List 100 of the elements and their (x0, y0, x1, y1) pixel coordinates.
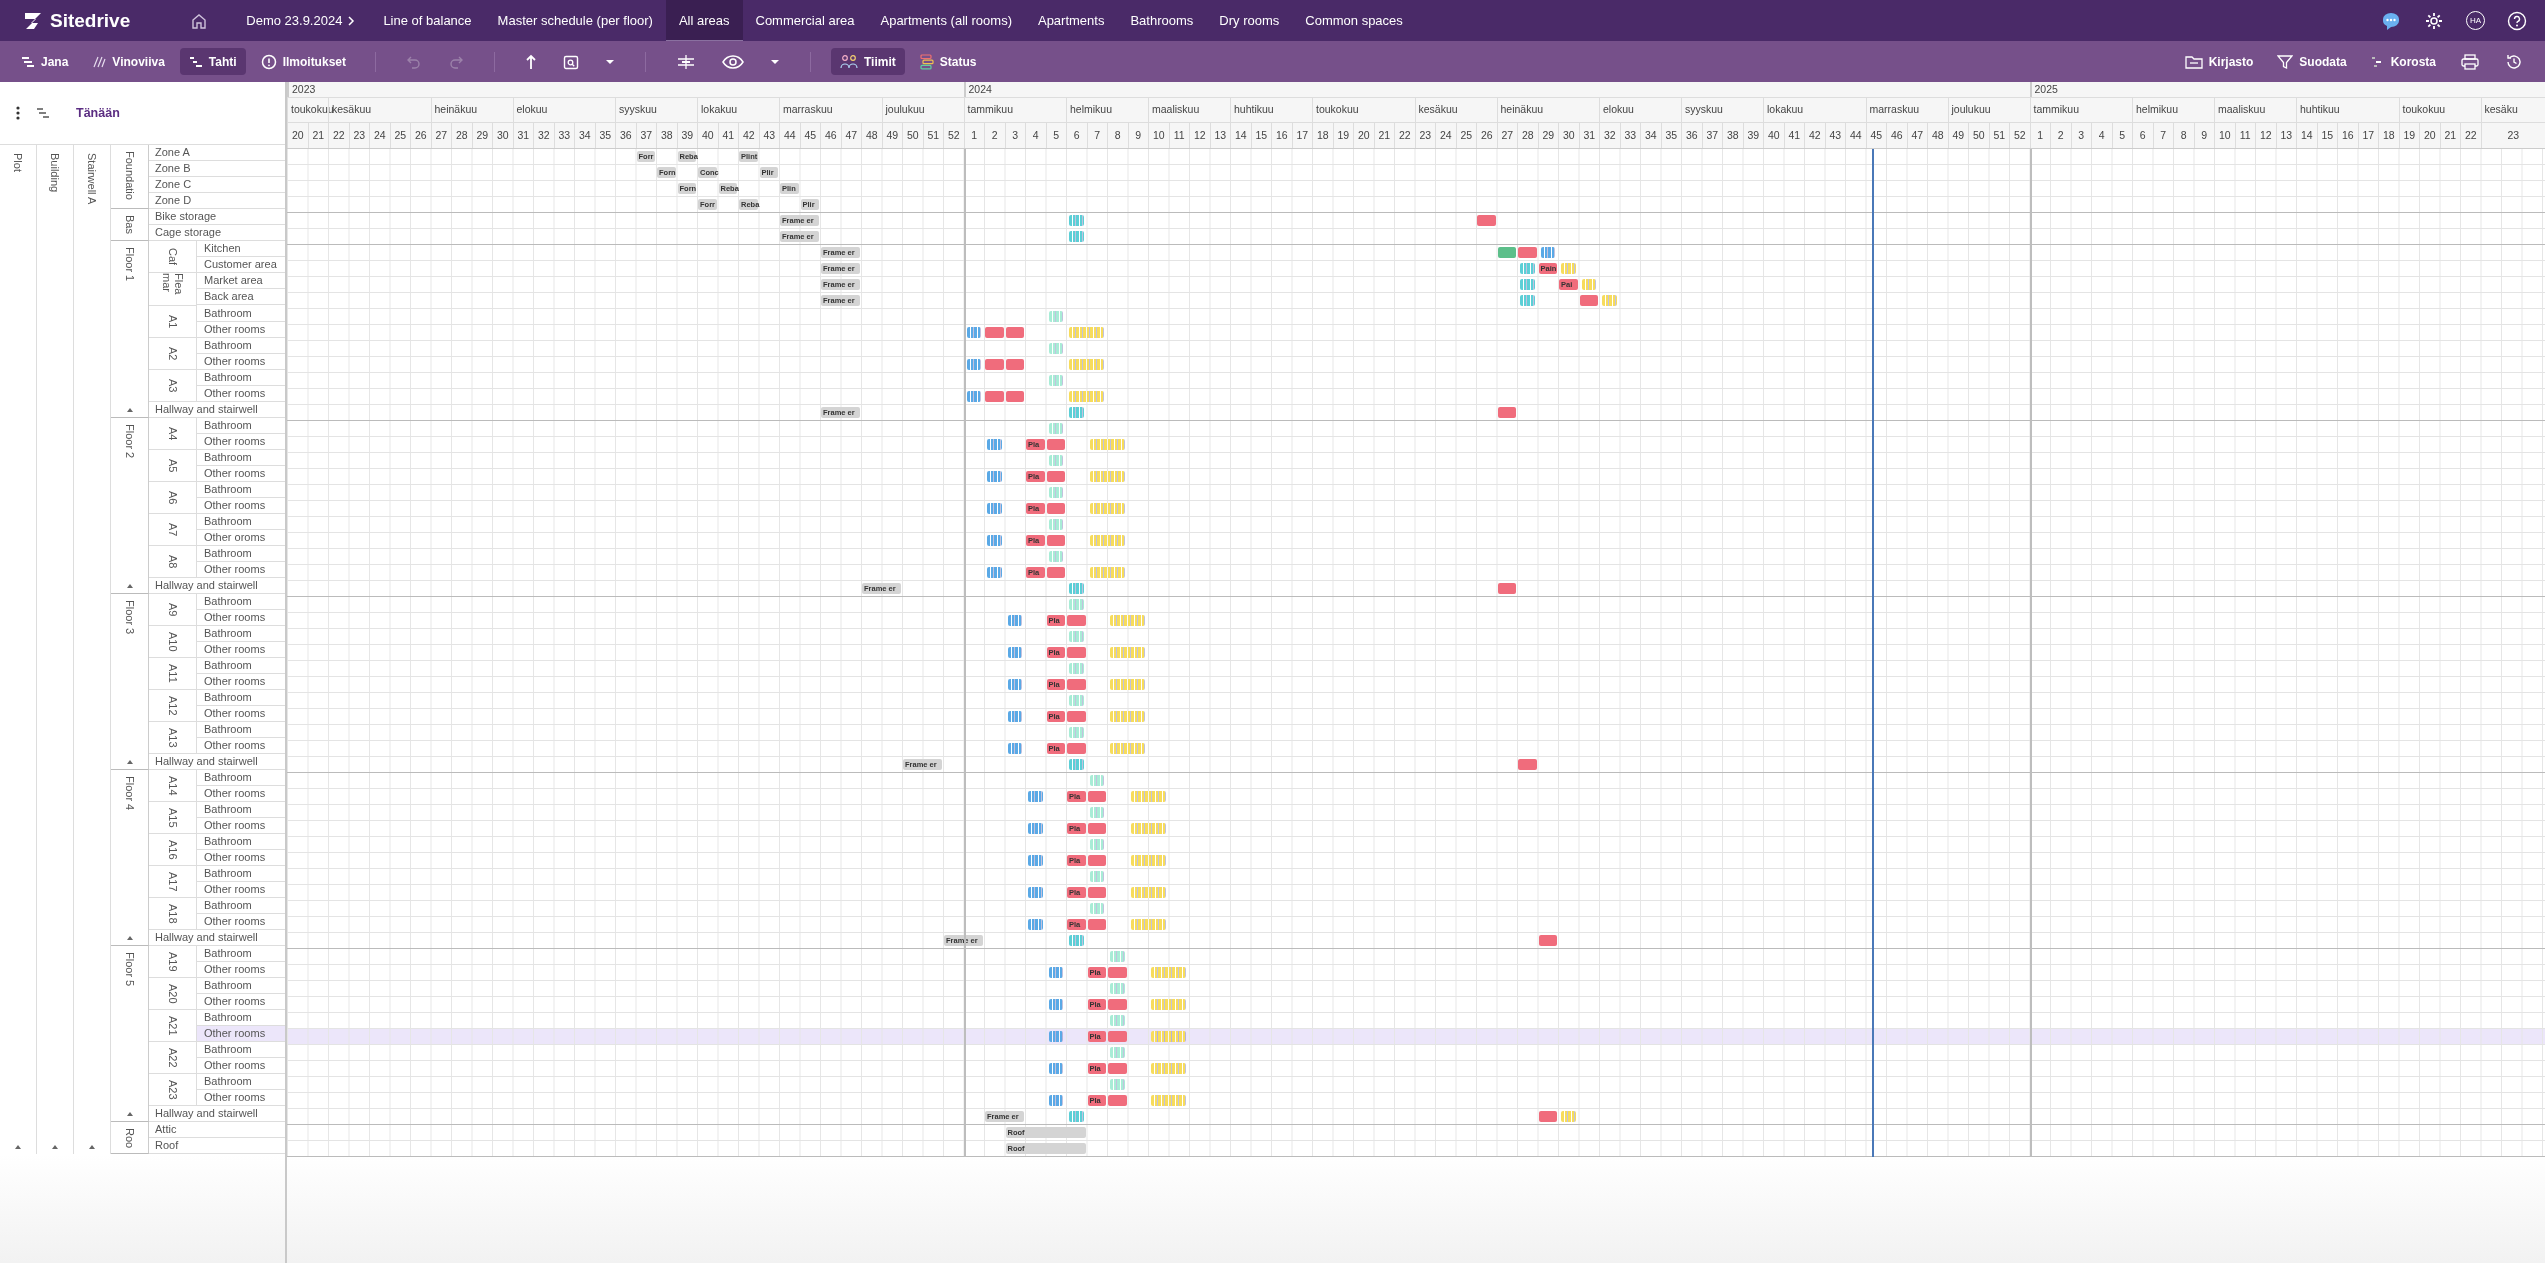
collapse-icon[interactable] (126, 408, 133, 412)
collapse-icon[interactable] (126, 584, 133, 588)
task-bar[interactable] (1005, 327, 1024, 338)
toolbar-button[interactable]: Ilmoitukset (251, 48, 355, 75)
row-label[interactable]: Bathroom (197, 946, 285, 962)
task-bar[interactable] (1538, 1111, 1557, 1122)
task-bar[interactable] (1089, 471, 1125, 482)
row-label[interactable]: Other rooms (197, 498, 285, 514)
task-bar[interactable] (987, 535, 1002, 546)
task-bar[interactable] (1007, 615, 1022, 626)
task-bar[interactable] (1069, 1111, 1084, 1122)
task-bar[interactable] (1046, 471, 1065, 482)
row-label[interactable]: Bathroom (197, 450, 285, 466)
collapse-icon[interactable] (15, 1145, 21, 1149)
task-bar[interactable] (1048, 487, 1063, 498)
toolbar-button[interactable]: Kirjasto (2175, 48, 2263, 75)
task-bar[interactable] (1130, 887, 1166, 898)
view-tab[interactable]: Master schedule (per floor) (484, 0, 666, 41)
task-bar[interactable] (1151, 1063, 1186, 1074)
task-bar[interactable] (1048, 1031, 1063, 1042)
task-bar[interactable] (1497, 247, 1516, 258)
collapse-icon[interactable] (89, 1145, 95, 1149)
task-bar[interactable] (1046, 567, 1065, 578)
task-bar[interactable] (1130, 823, 1166, 834)
row-label[interactable]: Other rooms (197, 562, 285, 578)
eye-icon[interactable] (722, 54, 744, 69)
task-bar[interactable] (1007, 647, 1022, 658)
row-label[interactable]: Hallway and stairwell (149, 930, 285, 946)
task-bar[interactable] (1069, 695, 1084, 706)
chat-icon[interactable] (2380, 10, 2402, 31)
collapse-icon[interactable] (52, 1145, 58, 1149)
task-bar[interactable] (1108, 1063, 1127, 1074)
task-bar[interactable] (1087, 887, 1106, 898)
task-bar[interactable] (1108, 1095, 1127, 1106)
task-bar[interactable] (1108, 967, 1127, 978)
row-label[interactable]: Hallway and stairwell (149, 754, 285, 770)
toolbar-button[interactable]: Tahti (179, 48, 246, 75)
task-bar[interactable] (1048, 311, 1063, 322)
task-bar[interactable] (1028, 919, 1043, 930)
view-tab[interactable]: Apartments (1024, 0, 1118, 41)
task-bar[interactable] (1069, 359, 1104, 370)
row-label[interactable]: Other rooms (197, 610, 285, 626)
task-bar[interactable] (1069, 583, 1084, 594)
row-label[interactable]: Market area (197, 273, 285, 289)
task-bar[interactable] (1046, 535, 1065, 546)
row-label[interactable]: Bathroom (197, 690, 285, 706)
task-bar[interactable] (1110, 951, 1125, 962)
task-bar[interactable] (1520, 295, 1535, 306)
task-bar[interactable] (1538, 935, 1557, 946)
task-bar[interactable] (1048, 519, 1063, 530)
task-bar[interactable] (1089, 839, 1104, 850)
task-bar[interactable] (1005, 359, 1024, 370)
task-bar[interactable] (1067, 743, 1086, 754)
task-bar[interactable] (1520, 263, 1535, 274)
row-label[interactable]: Attic (149, 1122, 285, 1138)
task-bar[interactable] (1110, 647, 1145, 658)
arrow-up-icon[interactable] (525, 53, 537, 70)
task-bar[interactable] (1561, 263, 1576, 274)
task-bar[interactable] (1087, 919, 1106, 930)
row-label[interactable]: Bathroom (197, 866, 285, 882)
task-bar[interactable] (1518, 247, 1537, 258)
task-bar[interactable] (1046, 503, 1065, 514)
view-tab[interactable]: Commercial area (742, 0, 868, 41)
row-label[interactable]: Bathroom (197, 370, 285, 386)
task-bar[interactable] (1048, 1063, 1063, 1074)
help-icon[interactable] (2507, 10, 2527, 31)
row-label[interactable]: Back area (197, 289, 285, 305)
task-bar[interactable] (1110, 679, 1145, 690)
task-bar[interactable] (1069, 631, 1084, 642)
task-bar[interactable] (985, 391, 1004, 402)
row-label[interactable]: Bathroom (197, 1074, 285, 1090)
row-label[interactable]: Other rooms (197, 674, 285, 690)
task-bar[interactable] (1048, 375, 1063, 386)
task-bar[interactable] (1518, 759, 1537, 770)
row-label[interactable]: Other rooms (197, 1090, 285, 1106)
task-bar[interactable] (1108, 1031, 1127, 1042)
caret-icon[interactable] (605, 58, 615, 65)
view-tab[interactable]: Bathrooms (1117, 0, 1207, 41)
row-label[interactable]: Other rooms (197, 882, 285, 898)
row-label[interactable]: Other rooms (197, 434, 285, 450)
row-label[interactable]: Bathroom (197, 546, 285, 562)
row-label[interactable]: Other rooms (197, 354, 285, 370)
task-bar[interactable] (1007, 743, 1022, 754)
row-label[interactable]: Other rooms (197, 914, 285, 930)
task-bar[interactable] (1477, 215, 1496, 226)
project-link[interactable]: Demo 23.9.2024 (246, 13, 343, 28)
row-label[interactable]: Bathroom (197, 658, 285, 674)
task-bar[interactable] (1048, 455, 1063, 466)
collapse-icon[interactable] (126, 1112, 133, 1116)
task-bar[interactable] (1130, 855, 1166, 866)
task-bar[interactable] (1089, 871, 1104, 882)
task-bar[interactable] (1069, 663, 1084, 674)
calendar-search-icon[interactable] (563, 53, 579, 70)
task-bar[interactable] (1110, 983, 1125, 994)
task-bar[interactable] (1069, 727, 1084, 738)
task-bar[interactable] (1028, 887, 1043, 898)
row-label[interactable]: Kitchen (197, 241, 285, 257)
task-bar[interactable] (1067, 711, 1086, 722)
task-bar[interactable] (1089, 567, 1125, 578)
task-bar[interactable] (1069, 599, 1084, 610)
